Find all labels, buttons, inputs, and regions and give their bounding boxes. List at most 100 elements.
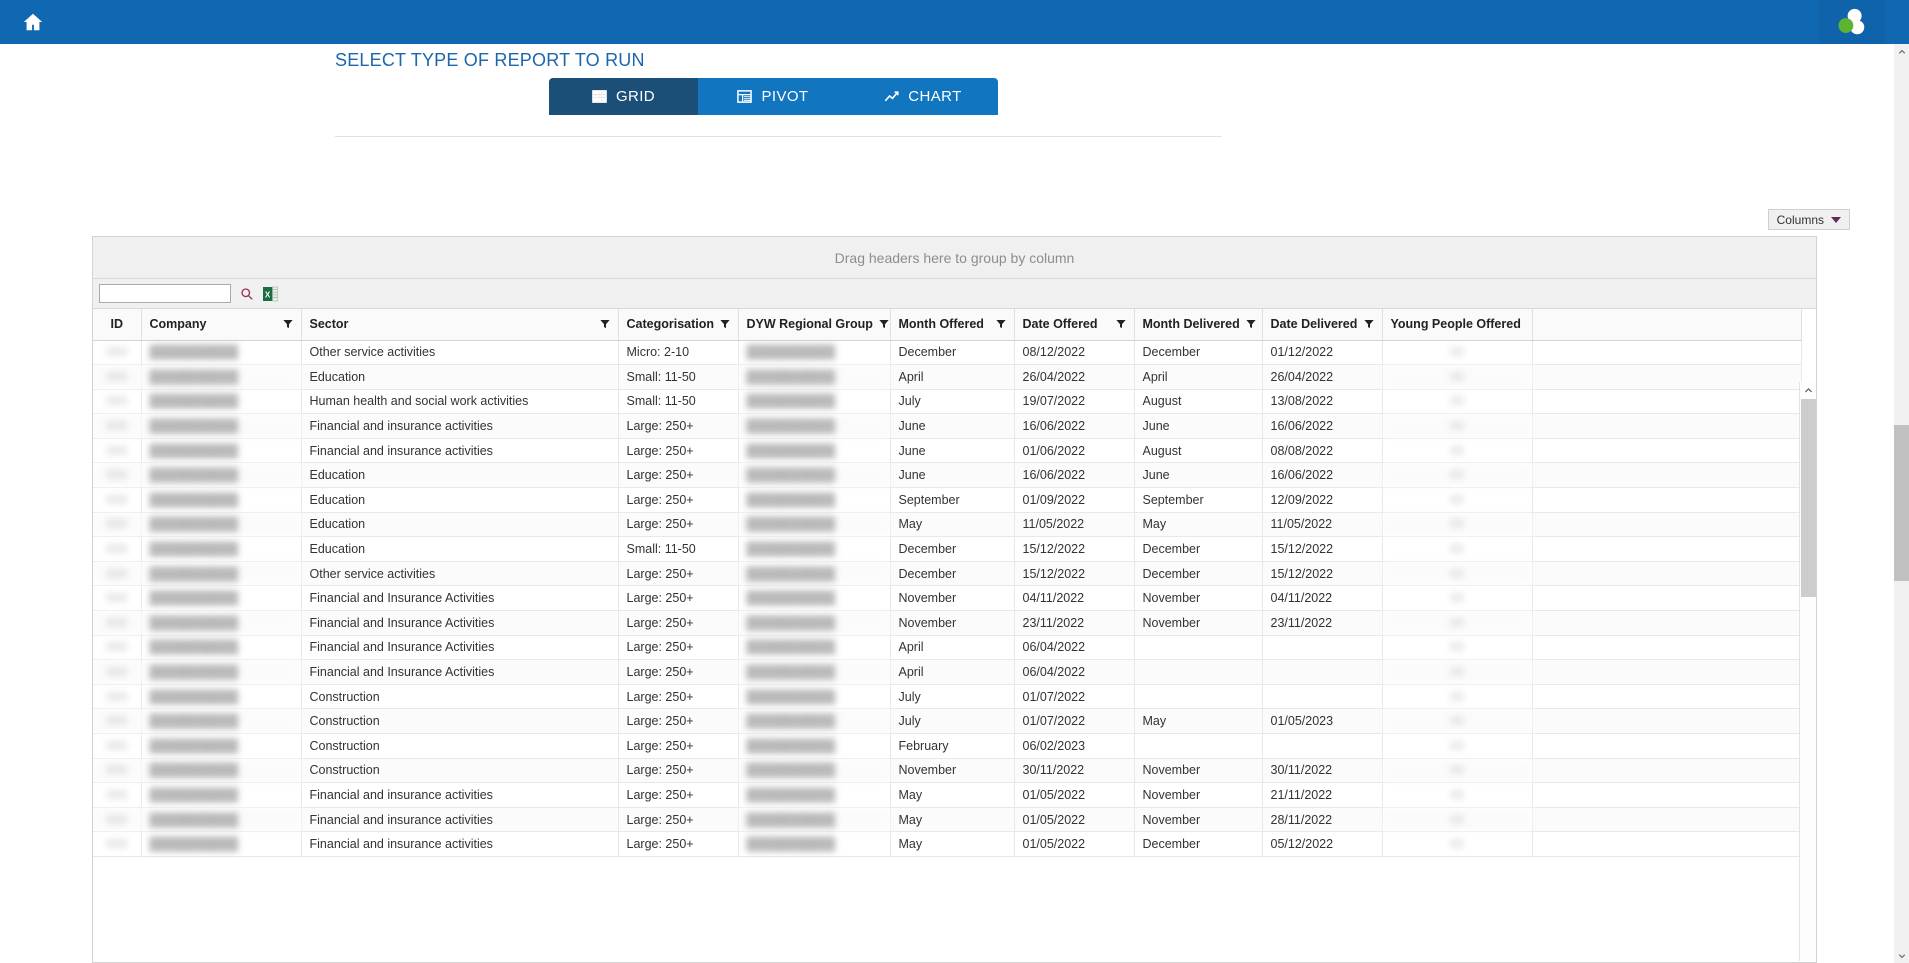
filter-icon[interactable] [599,319,610,329]
home-button[interactable] [0,0,66,44]
cell-month-delivered: November [1134,610,1263,636]
cell-date-offered: 26/04/2022 [1014,364,1135,390]
page-vertical-scrollbar[interactable] [1894,44,1909,963]
cell-spacer [1532,684,1802,710]
table-row[interactable]: 000 ██████████ Construction Large: 250+ ████… [93,708,1802,734]
cell-month-offered: November [890,585,1015,612]
column-header-month-delivered[interactable]: Month Delivered [1134,309,1263,341]
column-header-sector[interactable]: Sector [301,309,619,341]
table-row[interactable]: 000 ██████████ Financial and Insurance Act… [93,585,1802,612]
filter-icon[interactable] [1363,319,1374,329]
cell-date-delivered: 26/04/2022 [1262,364,1383,390]
filter-icon[interactable] [879,319,889,329]
filter-icon[interactable] [282,319,293,329]
table-row[interactable]: 000 ██████████ Financial and insurance act… [93,413,1802,439]
table-row[interactable]: 000 ██████████ Other service activities Mic… [93,340,1802,366]
cell-id: 000 [93,782,142,808]
cell-categorisation: Large: 250+ [618,487,739,513]
cell-sector: Education [301,462,619,489]
cell-id: 000 [93,807,142,833]
table-row[interactable]: 000 ██████████ Financial and Insurance Act… [93,659,1802,685]
column-header-company[interactable]: Company [141,309,302,341]
cell-dyw-regional-group: ██████████ [738,561,891,587]
page-title: SELECT TYPE OF REPORT TO RUN [335,50,645,70]
table-row[interactable]: 000 ██████████ Financial and insurance act… [93,782,1802,808]
tab-pivot[interactable]: PIVOT [698,78,848,115]
cell-categorisation: Small: 11-50 [618,536,739,562]
cell-month-delivered [1134,684,1263,710]
filter-icon[interactable] [1115,319,1126,329]
table-row[interactable]: 000 ██████████ Education Small: 11-50 ██████… [93,536,1802,562]
table-row[interactable]: 000 ██████████ Education Small: 11-50 ██████… [93,364,1802,390]
cell-date-offered: 08/12/2022 [1014,340,1135,366]
column-header-categorisation[interactable]: Categorisation [618,309,739,341]
table-row[interactable]: 000 ██████████ Financial and Insurance Act… [93,610,1802,636]
cell-categorisation: Large: 250+ [618,462,739,489]
cell-date-delivered: 01/12/2022 [1262,340,1383,366]
column-header-dyw-regional-group[interactable]: DYW Regional Group [738,309,891,341]
table-row[interactable]: 000 ██████████ Construction Large: 250+ ████… [93,733,1802,759]
cell-company: ██████████ [141,708,302,734]
filter-icon[interactable] [995,319,1006,329]
table-row[interactable]: 000 ██████████ Human health and social wor… [93,389,1802,415]
columns-button[interactable]: Columns [1767,209,1850,230]
excel-export-icon[interactable]: X [263,286,278,302]
cell-young-people-offered: 00 [1382,561,1533,587]
cell-month-offered: May [890,807,1015,833]
table-row[interactable]: 000 ██████████ Construction Large: 250+ ████… [93,684,1802,710]
report-type-tabs: GRID PIVOT CHART [549,78,998,115]
cell-categorisation: Large: 250+ [618,635,739,661]
page-scroll-down-icon[interactable] [1894,948,1909,963]
cell-month-offered: July [890,389,1015,415]
column-header-young-people-offered[interactable]: Young People Offered [1382,309,1533,341]
search-input[interactable] [99,284,231,303]
table-row[interactable]: 000 ██████████ Education Large: 250+ ███████… [93,512,1802,538]
page-scroll-up-icon[interactable] [1894,44,1909,59]
cell-young-people-offered: 00 [1382,487,1533,513]
page-scroll-thumb[interactable] [1894,425,1909,581]
cell-id: 000 [93,831,142,857]
cell-sector: Construction [301,708,619,734]
column-header-date-offered[interactable]: Date Offered [1014,309,1135,341]
column-header-id[interactable]: ID [93,309,142,341]
table-row[interactable]: 000 ██████████ Construction Large: 250+ ████… [93,758,1802,784]
cell-id: 000 [93,610,142,636]
table-row[interactable]: 000 ██████████ Other service activities Lar… [93,561,1802,587]
filter-icon[interactable] [720,319,730,329]
grid-icon [592,89,607,104]
cell-spacer [1532,512,1802,538]
cell-spacer [1532,389,1802,415]
table-row[interactable]: 000 ██████████ Education Large: 250+ ███████… [93,487,1802,513]
tab-chart[interactable]: CHART [848,78,998,115]
grid-vertical-scrollbar[interactable] [1799,382,1816,961]
scroll-up-arrow-icon[interactable] [1800,382,1816,399]
cell-date-delivered: 15/12/2022 [1262,536,1383,562]
cell-categorisation: Large: 250+ [618,659,739,685]
cell-spacer [1532,413,1802,439]
cell-month-delivered: November [1134,807,1263,833]
tab-grid[interactable]: GRID [549,78,698,115]
table-row[interactable]: 000 ██████████ Education Large: 250+ ███████… [93,462,1802,489]
column-header-label: ID [110,317,124,332]
table-row[interactable]: 000 ██████████ Financial and Insurance Act… [93,635,1802,661]
cell-dyw-regional-group: ██████████ [738,758,891,784]
search-icon[interactable] [240,287,254,301]
cell-date-offered: 16/06/2022 [1014,462,1135,489]
group-by-drop-area[interactable]: Drag headers here to group by column [93,237,1816,279]
brand-logo-button[interactable] [1819,0,1885,44]
column-header-month-offered[interactable]: Month Offered [890,309,1015,341]
table-row[interactable]: 000 ██████████ Financial and insurance act… [93,831,1802,857]
cell-young-people-offered: 00 [1382,782,1533,808]
filter-icon[interactable] [1246,319,1256,329]
cell-month-delivered: December [1134,561,1263,587]
cell-id: 000 [93,340,142,366]
table-row[interactable]: 000 ██████████ Financial and insurance act… [93,807,1802,833]
table-row[interactable]: 000 ██████████ Financial and insurance act… [93,438,1802,464]
grid-scroll-thumb[interactable] [1801,399,1816,597]
cell-month-delivered [1134,659,1263,685]
column-header-date-delivered[interactable]: Date Delivered [1262,309,1383,341]
cell-month-offered: September [890,487,1015,513]
cell-young-people-offered: 00 [1382,684,1533,710]
cell-dyw-regional-group: ██████████ [738,708,891,734]
brand-logo-icon [1837,8,1867,36]
